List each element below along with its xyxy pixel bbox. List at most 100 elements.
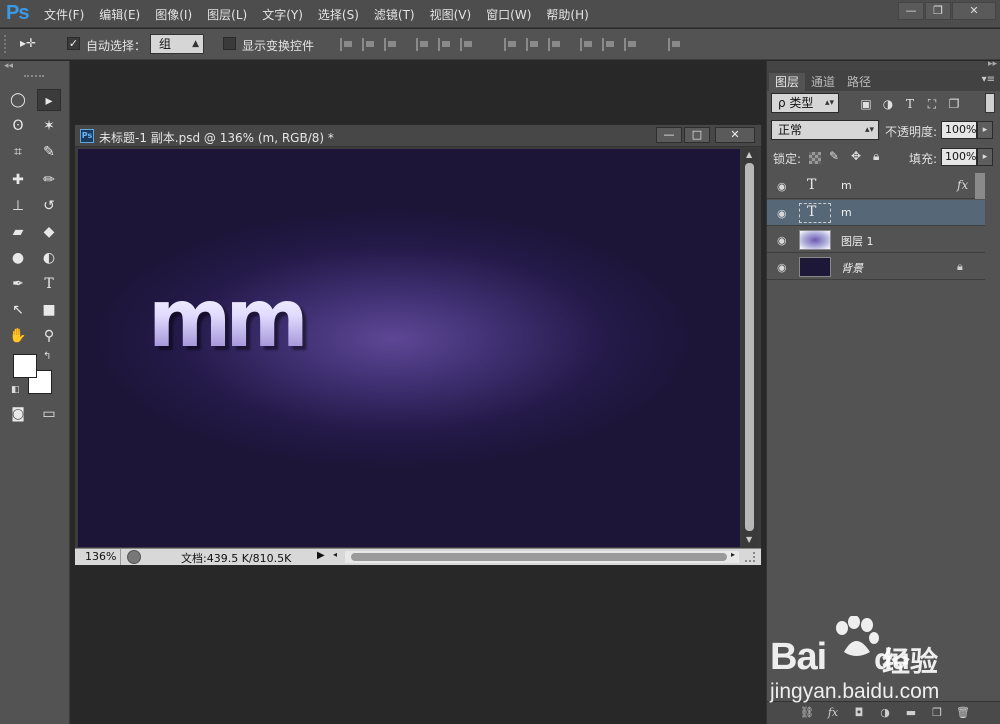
scroll-left-arrow-icon[interactable]: ◂ [333, 550, 337, 559]
lock-all-icon[interactable]: 🔒︎ [873, 149, 879, 164]
distribute-right-icon[interactable] [624, 38, 638, 51]
filter-shape-icon[interactable]: ⛶ [925, 97, 939, 111]
new-group-icon[interactable]: ▬ [903, 706, 919, 720]
app-restore-button[interactable]: ❐ [925, 2, 951, 20]
distribute-hcenter-icon[interactable] [602, 38, 616, 51]
document-close-button[interactable]: ✕ [715, 127, 755, 143]
visibility-eye-icon[interactable]: ◉ [777, 180, 787, 193]
blend-mode-select[interactable]: 正常 ▴▾ [771, 120, 879, 140]
auto-select-mode-select[interactable]: 组 ▲ [150, 34, 204, 54]
align-vcenter-icon[interactable] [362, 38, 376, 51]
pen-tool-icon[interactable]: ✒ [6, 273, 30, 295]
default-colors-icon[interactable]: ◧ [11, 385, 20, 395]
document-canvas[interactable]: mm [78, 149, 740, 547]
layer-row[interactable]: ◉ 图层 1 [767, 227, 985, 253]
align-left-icon[interactable] [416, 38, 430, 51]
menu-layer[interactable]: 图层(L) [207, 6, 247, 23]
add-style-icon[interactable]: fx [825, 706, 841, 720]
menu-edit[interactable]: 编辑(E) [99, 6, 140, 23]
distribute-bottom-icon[interactable] [548, 38, 562, 51]
blur-tool-icon[interactable]: ● [6, 247, 30, 269]
magic-wand-tool-icon[interactable]: ✶ [37, 115, 61, 137]
tab-layers[interactable]: 图层 [769, 73, 806, 91]
layer-row[interactable]: ◉ T m fx [767, 173, 985, 199]
visibility-eye-icon[interactable]: ◉ [777, 234, 787, 247]
scroll-down-arrow-icon[interactable]: ▼ [746, 535, 752, 544]
rectangle-tool-icon[interactable]: ■ [37, 299, 61, 321]
tab-paths[interactable]: 路径 [841, 73, 877, 91]
zoom-tool-icon[interactable]: ⚲ [37, 325, 61, 347]
foreground-color-swatch[interactable] [13, 354, 37, 378]
history-brush-tool-icon[interactable]: ↺ [37, 195, 61, 217]
healing-brush-tool-icon[interactable]: ✚ [6, 169, 30, 191]
paint-bucket-tool-icon[interactable]: ◆ [37, 221, 61, 243]
document-minimize-button[interactable]: — [656, 127, 682, 143]
distribute-left-icon[interactable] [580, 38, 594, 51]
horizontal-scrollbar[interactable] [345, 551, 739, 563]
zoom-level-field[interactable]: 136% [75, 549, 121, 565]
layer-row-selected[interactable]: ◉ T m [767, 200, 985, 226]
fill-field[interactable]: 100% [941, 148, 977, 166]
swap-colors-icon[interactable]: ↰ [43, 351, 51, 362]
vertical-scroll-thumb[interactable] [745, 163, 754, 531]
align-right-icon[interactable] [460, 38, 474, 51]
scroll-right-arrow-icon[interactable]: ▸ [731, 550, 735, 559]
filter-adjustment-icon[interactable]: ◑ [881, 97, 895, 111]
opacity-slider-toggle[interactable]: ▸ [977, 121, 993, 139]
align-bottom-icon[interactable] [384, 38, 398, 51]
lock-transparent-icon[interactable] [809, 152, 821, 164]
menu-view[interactable]: 视图(V) [430, 6, 472, 23]
visibility-eye-icon[interactable]: ◉ [777, 207, 787, 220]
type-tool-icon[interactable]: T [37, 273, 61, 295]
distribute-top-icon[interactable] [504, 38, 518, 51]
marquee-tool-icon[interactable]: ◯ [6, 89, 30, 111]
crop-tool-icon[interactable]: ⌗ [6, 141, 30, 163]
dodge-tool-icon[interactable]: ◐ [37, 247, 61, 269]
add-mask-icon[interactable]: ◘ [851, 706, 867, 720]
align-top-icon[interactable] [340, 38, 354, 51]
document-restore-button[interactable]: □ [684, 127, 710, 143]
menu-window[interactable]: 窗口(W) [486, 6, 531, 23]
layers-scrollbar[interactable] [975, 173, 985, 199]
menu-help[interactable]: 帮助(H) [546, 6, 588, 23]
filter-type-icon[interactable]: T [903, 97, 917, 111]
auto-align-icon[interactable] [668, 38, 682, 51]
filter-pixel-icon[interactable]: ▣ [859, 97, 873, 111]
link-layers-icon[interactable]: ⛓ [799, 706, 815, 720]
menu-filter[interactable]: 滤镜(T) [374, 6, 415, 23]
screen-mode-icon[interactable]: ▭ [37, 403, 61, 425]
menu-file[interactable]: 文件(F) [44, 6, 84, 23]
resize-grip-icon[interactable] [745, 552, 755, 562]
delete-layer-icon[interactable]: 🗑︎ [955, 706, 971, 720]
auto-select-checkbox[interactable]: ✓ [67, 37, 80, 50]
expand-panel-icon[interactable]: ▸▸ [988, 59, 997, 69]
eraser-tool-icon[interactable]: ▰ [6, 221, 30, 243]
lasso-tool-icon[interactable]: ʘ [6, 115, 30, 137]
status-menu-arrow-icon[interactable]: ▶ [317, 550, 325, 561]
menu-type[interactable]: 文字(Y) [262, 6, 303, 23]
path-selection-tool-icon[interactable]: ↖ [6, 299, 30, 321]
fill-slider-toggle[interactable]: ▸ [977, 148, 993, 166]
vertical-scrollbar[interactable]: ▲ ▼ [742, 149, 758, 547]
move-tool-preset-icon[interactable]: ▸✛ [20, 36, 36, 50]
document-titlebar[interactable]: Ps 未标题-1 副本.psd @ 136% (m, RGB/8) * — □ … [75, 125, 761, 147]
tab-channels[interactable]: 通道 [805, 73, 841, 91]
show-transform-checkbox[interactable] [223, 37, 236, 50]
new-layer-icon[interactable]: ❐ [929, 706, 945, 720]
lock-position-icon[interactable]: ✥ [851, 149, 861, 163]
horizontal-scroll-thumb[interactable] [351, 553, 727, 561]
quick-mask-icon[interactable]: ◙ [6, 403, 30, 425]
collapse-toolbox-icon[interactable]: ◂◂ [4, 61, 13, 71]
move-tool-icon[interactable]: ▸ [37, 89, 61, 111]
new-adjustment-icon[interactable]: ◑ [877, 706, 893, 720]
filter-smart-object-icon[interactable]: ❐ [947, 97, 961, 111]
brush-tool-icon[interactable]: ✏ [37, 169, 61, 191]
filter-kind-select[interactable]: ρ 类型 ▴▾ [771, 93, 839, 113]
align-hcenter-icon[interactable] [438, 38, 452, 51]
distribute-vcenter-icon[interactable] [526, 38, 540, 51]
eyedropper-tool-icon[interactable]: ✎ [37, 141, 61, 163]
opacity-field[interactable]: 100% [941, 121, 977, 139]
menu-image[interactable]: 图像(I) [155, 6, 192, 23]
app-minimize-button[interactable]: — [898, 2, 924, 20]
panel-menu-icon[interactable]: ▾≡ [982, 74, 995, 85]
